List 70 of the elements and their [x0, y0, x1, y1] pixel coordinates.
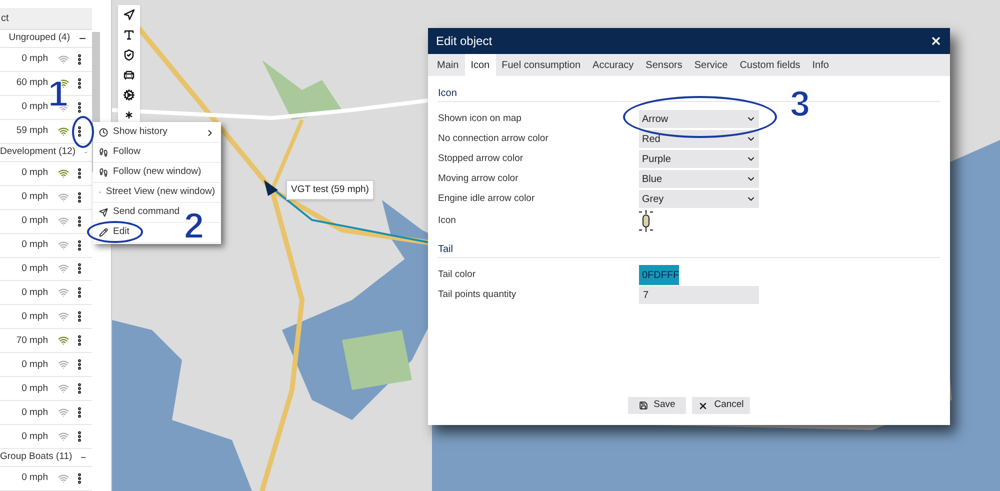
speed-text: 0 mph: [22, 238, 48, 252]
map-tool-icon[interactable]: [123, 69, 135, 81]
menu-item[interactable]: Send command: [113, 205, 180, 220]
field-label: Engine idle arrow color: [438, 192, 536, 206]
annotation-ellipse: [87, 221, 143, 243]
input-field[interactable]: 7: [639, 286, 759, 304]
speed-text: 0 mph: [22, 471, 48, 486]
floppy-icon: [638, 401, 648, 410]
group-title: Ungrouped (4): [8, 31, 70, 46]
speed-text: 0 mph: [22, 166, 48, 180]
speed-text: 0 mph: [22, 406, 48, 420]
speed-text: 0 mph: [22, 358, 48, 372]
field-label: Icon: [438, 214, 457, 228]
field-label: Stopped arrow color: [438, 152, 524, 166]
cross-icon: [698, 400, 708, 410]
save-button[interactable]: Save: [628, 397, 686, 414]
speed-text: 0 mph: [22, 100, 48, 114]
tab[interactable]: Sensors: [640, 54, 688, 76]
dropdown[interactable]: Red: [639, 130, 759, 148]
menu-item[interactable]: Edit: [113, 225, 130, 240]
park-area: [342, 330, 412, 390]
speed-text: 0 mph: [22, 310, 48, 324]
speed-text: 59 mph: [16, 124, 48, 138]
dropdown[interactable]: Grey: [639, 190, 759, 208]
menu-item[interactable]: Street View (new window): [106, 185, 215, 200]
map-tool-icon[interactable]: [123, 9, 135, 21]
field-label: Tail color: [438, 268, 476, 282]
map-tool-icon[interactable]: [123, 109, 135, 121]
tab[interactable]: Main: [431, 54, 465, 76]
tab[interactable]: Service: [688, 54, 734, 76]
speed-text: 0 mph: [22, 286, 48, 300]
dropdown[interactable]: Blue: [639, 170, 759, 188]
tab[interactable]: Fuel consumption: [496, 54, 587, 76]
column-header: ct: [0, 12, 9, 26]
speed-text: 0 mph: [22, 262, 48, 276]
map-tool-icon[interactable]: [123, 49, 135, 61]
speed-text: 0 mph: [22, 190, 48, 204]
speed-text: 0 mph: [22, 430, 48, 444]
field-label: No connection arrow color: [438, 132, 550, 146]
dropdown[interactable]: Arrow: [639, 110, 759, 128]
field-label: Shown icon on map: [438, 112, 522, 126]
speed-text: 70 mph: [16, 334, 48, 348]
cancel-button[interactable]: Cancel: [692, 397, 750, 414]
section-title: Tail: [438, 242, 454, 256]
menu-item[interactable]: Follow: [113, 145, 140, 160]
section-title: Icon: [438, 86, 457, 100]
close-icon[interactable]: [930, 35, 942, 47]
field-label: Tail points quantity: [438, 288, 518, 302]
group-title: Development (12): [0, 145, 76, 160]
vehicle-arrow-icon[interactable]: [264, 180, 278, 196]
dropdown[interactable]: Purple: [639, 150, 759, 168]
group-title: Group Boats (11): [0, 450, 72, 464]
vehicle-tooltip: VGT test (59 mph): [286, 180, 374, 200]
speed-text: 0 mph: [22, 382, 48, 396]
dialog-title: Edit object: [436, 33, 492, 50]
tab[interactable]: Accuracy: [586, 54, 640, 76]
tab[interactable]: Info: [806, 54, 835, 76]
vehicle-marker-icon: [639, 210, 653, 232]
speed-text: 60 mph: [16, 76, 48, 90]
tab[interactable]: Custom fields: [734, 54, 806, 76]
annotation-ellipse: [72, 116, 94, 148]
field-label: Moving arrow color: [438, 172, 520, 186]
menu-item[interactable]: Follow (new window): [113, 165, 202, 180]
menu-item[interactable]: Show history: [113, 125, 168, 140]
map-tool-icon[interactable]: [123, 29, 135, 41]
speed-text: 0 mph: [22, 52, 48, 66]
map-tool-icon[interactable]: [123, 89, 135, 101]
color-field[interactable]: 0FDFFF: [639, 265, 679, 285]
speed-text: 0 mph: [22, 214, 48, 228]
tab[interactable]: Icon: [464, 54, 496, 76]
